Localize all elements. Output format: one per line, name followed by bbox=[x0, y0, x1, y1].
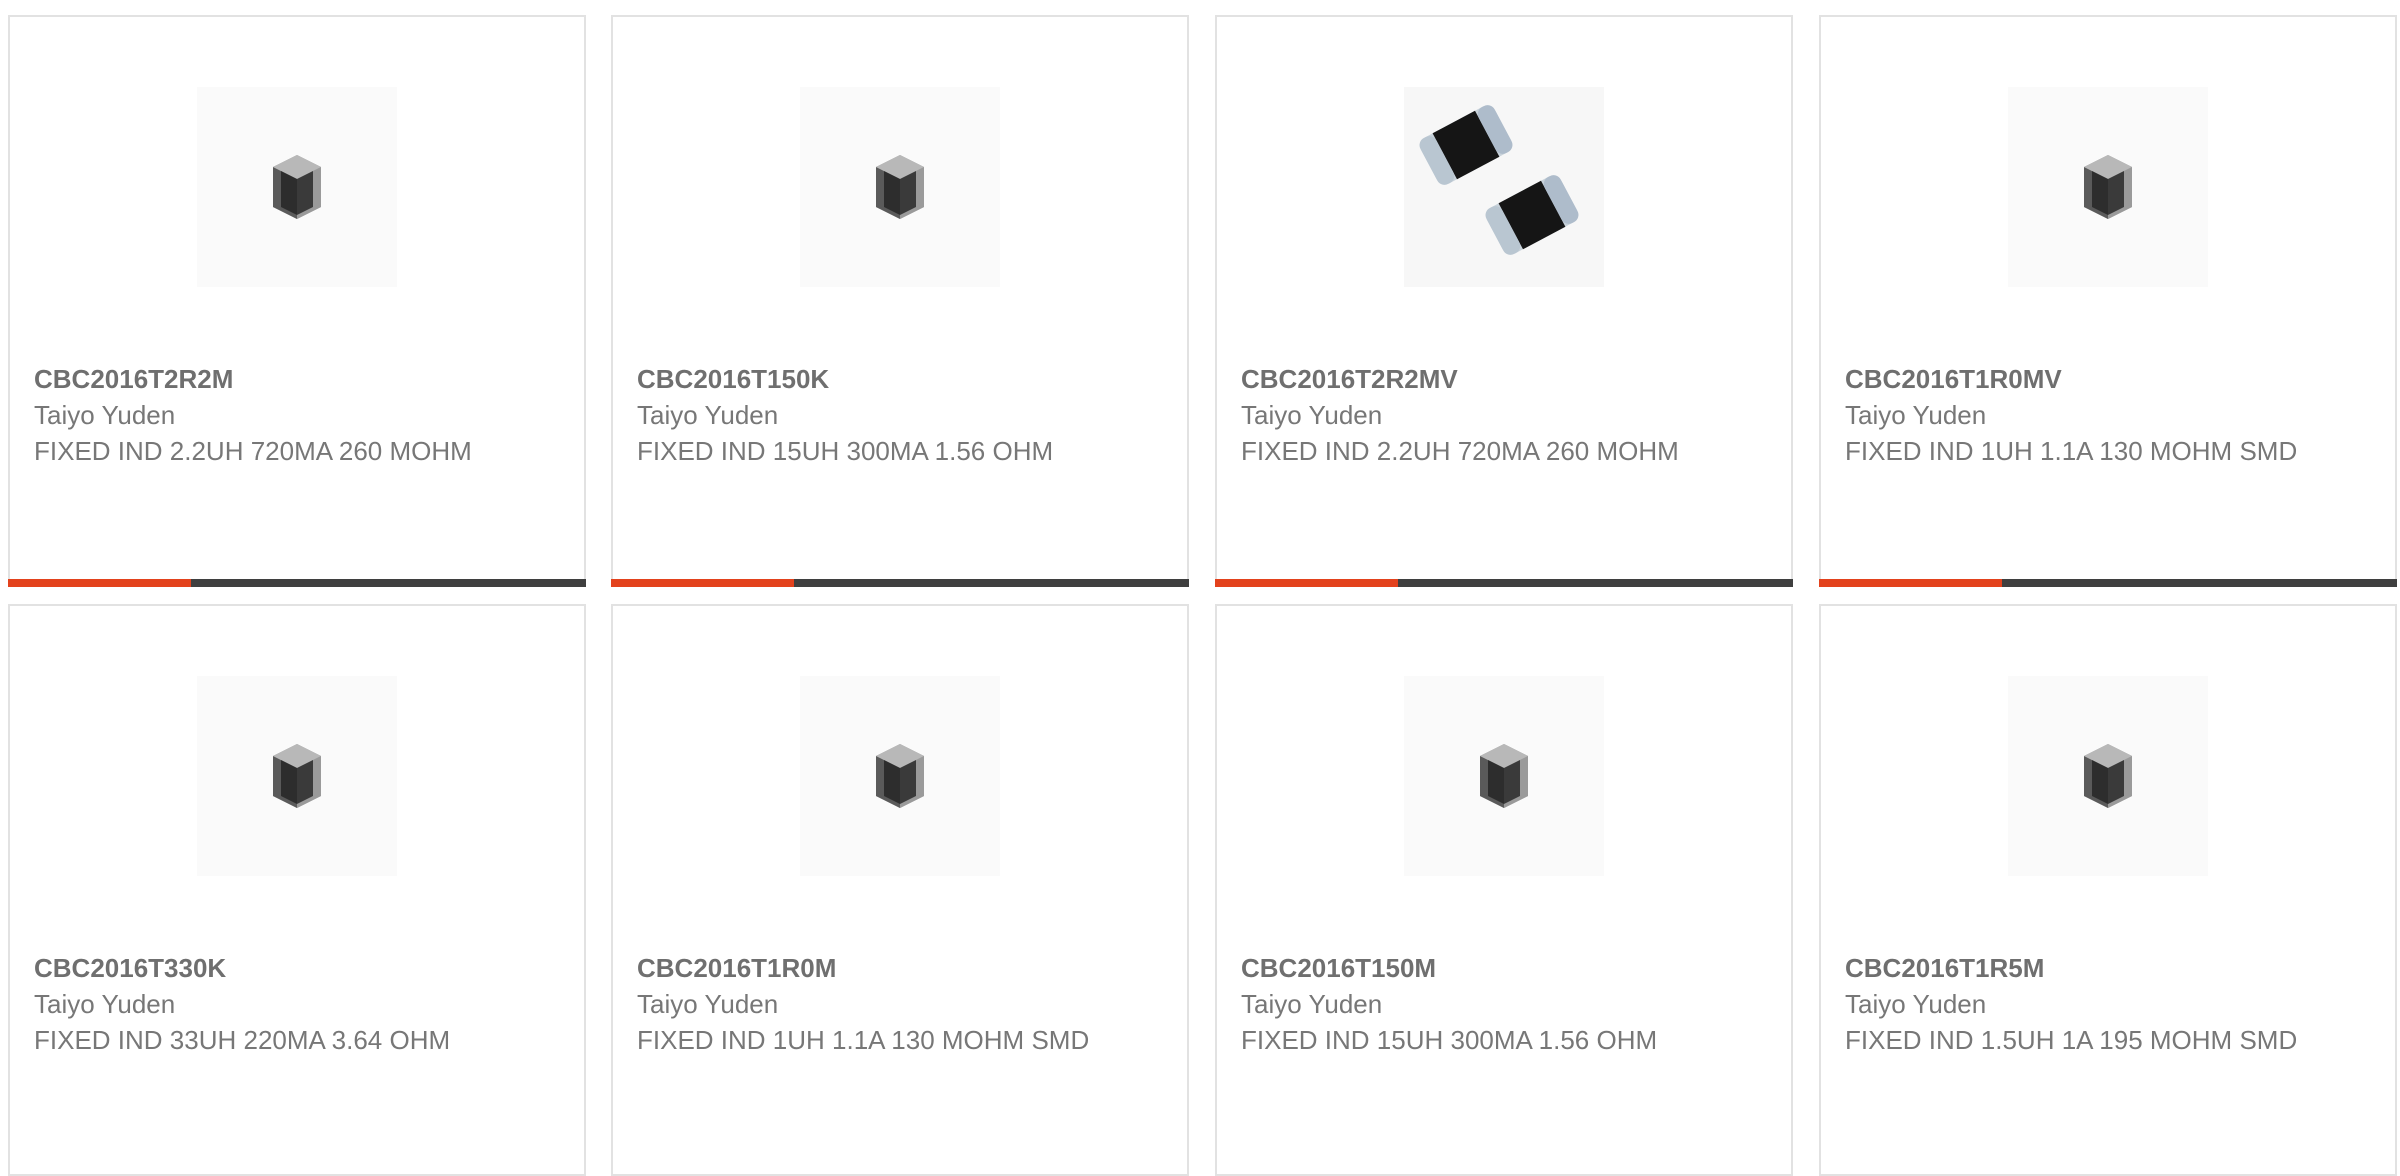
description: FIXED IND 1.5UH 1A 195 MOHM SMD bbox=[1845, 1025, 2298, 1055]
chip-inductor-icon bbox=[876, 744, 924, 808]
product-image bbox=[2008, 87, 2208, 287]
description: FIXED IND 2.2UH 720MA 260 MOHM bbox=[34, 436, 472, 466]
product-image bbox=[800, 676, 1000, 876]
card-accent-bar bbox=[1215, 579, 1398, 587]
product-grid: CBC2016T2R2M Taiyo Yuden FIXED IND 2.2UH… bbox=[0, 0, 2400, 1176]
product-card[interactable]: CBC2016T150K Taiyo Yuden FIXED IND 15UH … bbox=[611, 15, 1189, 587]
description: FIXED IND 15UH 300MA 1.56 OHM bbox=[1241, 1025, 1658, 1055]
part-number[interactable]: CBC2016T330K bbox=[34, 950, 504, 986]
description: FIXED IND 1UH 1.1A 130 MOHM SMD bbox=[1845, 436, 2298, 466]
manufacturer: Taiyo Yuden bbox=[1241, 989, 1383, 1019]
part-number[interactable]: CBC2016T150K bbox=[637, 361, 1107, 397]
product-card[interactable]: CBC2016T1R5M Taiyo Yuden FIXED IND 1.5UH… bbox=[1819, 604, 2397, 1176]
card-bottom-bar bbox=[1819, 579, 2397, 587]
chip-inductor-icon bbox=[273, 155, 321, 219]
manufacturer: Taiyo Yuden bbox=[1241, 400, 1383, 430]
description: FIXED IND 1UH 1.1A 130 MOHM SMD bbox=[637, 1025, 1090, 1055]
product-card[interactable]: CBC2016T150M Taiyo Yuden FIXED IND 15UH … bbox=[1215, 604, 1793, 1176]
manufacturer: Taiyo Yuden bbox=[34, 989, 176, 1019]
card-accent-bar bbox=[1819, 579, 2002, 587]
chip-inductor-icon bbox=[2084, 744, 2132, 808]
product-image bbox=[1404, 87, 1604, 287]
product-card[interactable]: CBC2016T1R0M Taiyo Yuden FIXED IND 1UH 1… bbox=[611, 604, 1189, 1176]
manufacturer: Taiyo Yuden bbox=[637, 989, 779, 1019]
card-bottom-bar bbox=[611, 579, 1189, 587]
dual-chip-inductor-icon bbox=[1404, 87, 1604, 287]
card-bottom-bar bbox=[1215, 579, 1793, 587]
part-number[interactable]: CBC2016T1R5M bbox=[1845, 950, 2315, 986]
manufacturer: Taiyo Yuden bbox=[637, 400, 779, 430]
product-card[interactable]: CBC2016T330K Taiyo Yuden FIXED IND 33UH … bbox=[8, 604, 586, 1176]
product-image bbox=[800, 87, 1000, 287]
part-number[interactable]: CBC2016T150M bbox=[1241, 950, 1711, 986]
manufacturer: Taiyo Yuden bbox=[1845, 989, 1987, 1019]
product-card[interactable]: CBC2016T2R2M Taiyo Yuden FIXED IND 2.2UH… bbox=[8, 15, 586, 587]
description: FIXED IND 2.2UH 720MA 260 MOHM bbox=[1241, 436, 1679, 466]
product-image bbox=[197, 87, 397, 287]
description: FIXED IND 15UH 300MA 1.56 OHM bbox=[637, 436, 1054, 466]
chip-inductor-icon bbox=[1480, 744, 1528, 808]
manufacturer: Taiyo Yuden bbox=[1845, 400, 1987, 430]
product-image bbox=[2008, 676, 2208, 876]
description: FIXED IND 33UH 220MA 3.64 OHM bbox=[34, 1025, 451, 1055]
product-card[interactable]: CBC2016T1R0MV Taiyo Yuden FIXED IND 1UH … bbox=[1819, 15, 2397, 587]
card-accent-bar bbox=[611, 579, 794, 587]
part-number[interactable]: CBC2016T2R2M bbox=[34, 361, 504, 397]
card-bottom-bar bbox=[8, 579, 586, 587]
part-number[interactable]: CBC2016T2R2MV bbox=[1241, 361, 1711, 397]
chip-inductor-icon bbox=[876, 155, 924, 219]
manufacturer: Taiyo Yuden bbox=[34, 400, 176, 430]
chip-inductor-icon bbox=[273, 744, 321, 808]
product-image bbox=[197, 676, 397, 876]
part-number[interactable]: CBC2016T1R0M bbox=[637, 950, 1107, 986]
card-accent-bar bbox=[8, 579, 191, 587]
product-card[interactable]: CBC2016T2R2MV Taiyo Yuden FIXED IND 2.2U… bbox=[1215, 15, 1793, 587]
chip-inductor-icon bbox=[2084, 155, 2132, 219]
product-image bbox=[1404, 676, 1604, 876]
part-number[interactable]: CBC2016T1R0MV bbox=[1845, 361, 2315, 397]
